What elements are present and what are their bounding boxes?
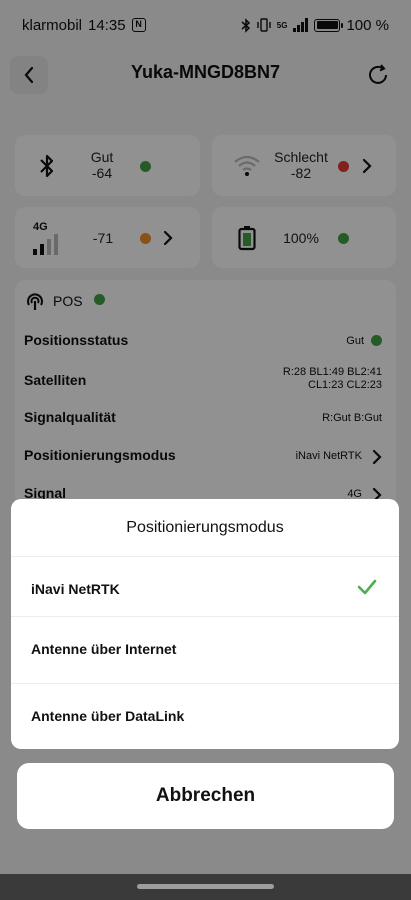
system-navigation-bar (0, 874, 411, 900)
option-antenna-datalink[interactable]: Antenne über DataLink (11, 683, 399, 749)
checkmark-icon (357, 579, 377, 595)
option-antenna-internet[interactable]: Antenne über Internet (11, 616, 399, 682)
sheet-title: Positionierungsmodus (126, 519, 284, 536)
option-label: Antenne über DataLink (31, 708, 185, 724)
positioning-mode-sheet: Positionierungsmodus iNavi NetRTK Antenn… (11, 499, 399, 749)
home-gesture-handle[interactable] (137, 884, 274, 889)
option-label: iNavi NetRTK (31, 581, 120, 597)
option-inavi-netrtk[interactable]: iNavi NetRTK (11, 556, 399, 622)
option-label: Antenne über Internet (31, 641, 177, 657)
cancel-button[interactable]: Abbrechen (17, 763, 394, 829)
